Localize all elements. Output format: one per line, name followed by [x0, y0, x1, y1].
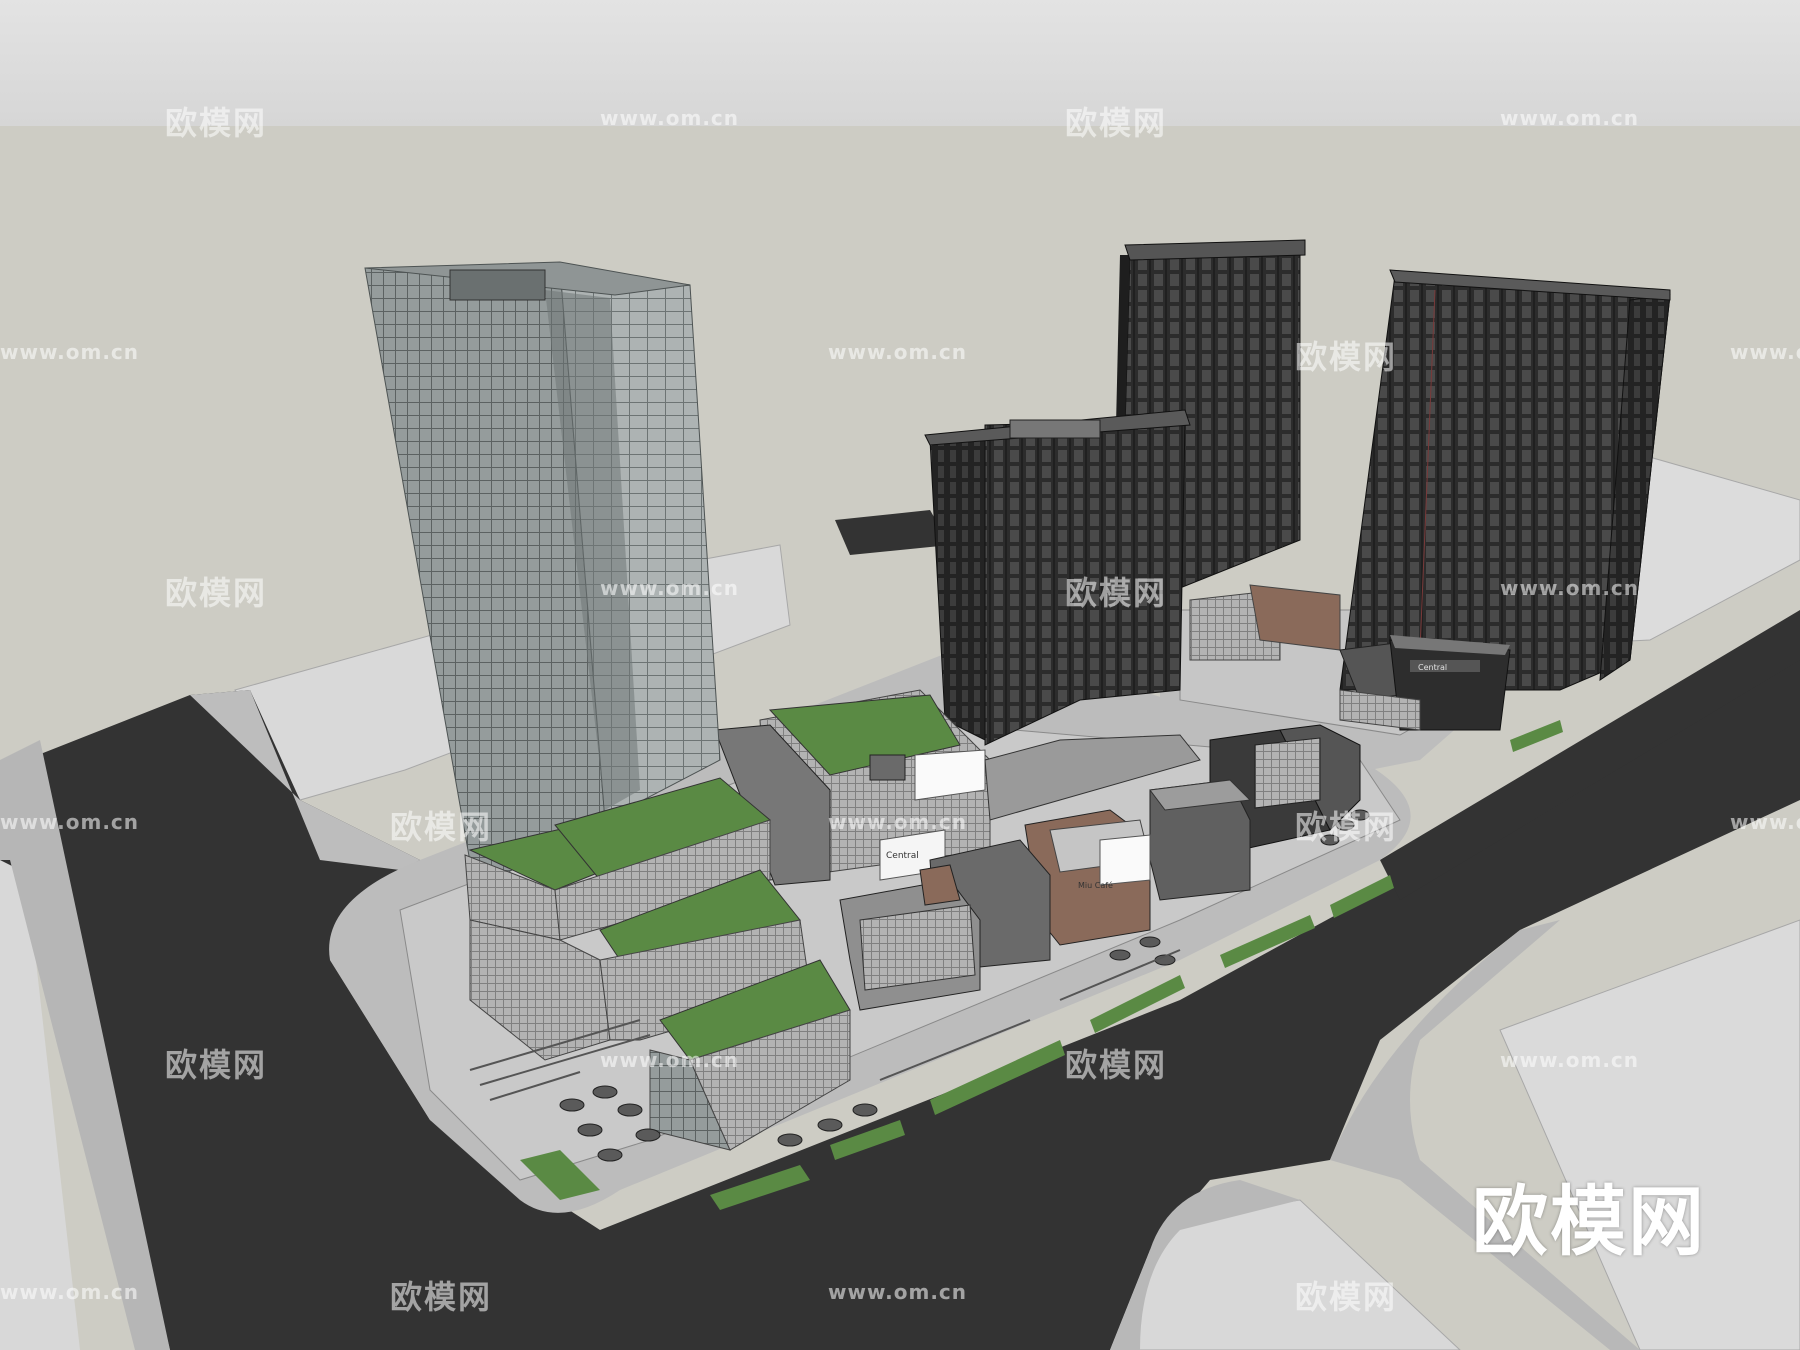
retail-sign: Central: [886, 851, 919, 861]
sky: [0, 0, 1800, 126]
watermark-brand-large: 欧模网: [1472, 1177, 1706, 1266]
tower-dark-right: [1339, 269, 1671, 691]
annex-sign: Central: [1418, 663, 1447, 672]
cafe-sign: Miu Café: [1078, 880, 1113, 890]
tower-roof-box: [449, 269, 546, 301]
architectural-scene: Central Central Miu Café: [0, 0, 1800, 1350]
